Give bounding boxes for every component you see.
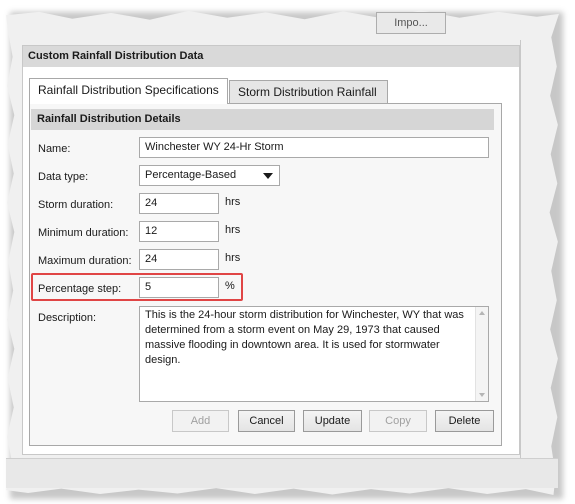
description-text: This is the 24-hour storm distribution f…: [145, 309, 464, 366]
delete-button[interactable]: Delete: [435, 410, 494, 432]
tab-storm-distribution-rainfall[interactable]: Storm Distribution Rainfall: [229, 80, 388, 104]
copy-button[interactable]: Copy: [369, 410, 427, 432]
storm-duration-label: Storm duration:: [38, 199, 114, 211]
maximum-duration-field[interactable]: 24: [139, 249, 219, 270]
group-title: Custom Rainfall Distribution Data: [23, 46, 519, 67]
panel-title: Rainfall Distribution Details: [31, 109, 494, 130]
window-bottom-strip: [6, 458, 558, 488]
cancel-button[interactable]: Cancel: [238, 410, 295, 432]
scroll-down-icon[interactable]: [479, 393, 485, 397]
percentage-step-highlight: [31, 273, 243, 301]
storm-duration-field[interactable]: 24: [139, 193, 219, 214]
scroll-up-icon[interactable]: [479, 311, 485, 315]
storm-duration-unit: hrs: [225, 196, 241, 208]
chevron-down-icon: [263, 173, 273, 179]
name-field[interactable]: Winchester WY 24-Hr Storm: [139, 137, 489, 158]
minimum-duration-label: Minimum duration:: [38, 227, 129, 239]
tab-rainfall-distribution-specifications[interactable]: Rainfall Distribution Specifications: [29, 78, 228, 104]
data-type-select[interactable]: Percentage-Based: [139, 165, 280, 186]
data-type-value: Percentage-Based: [145, 169, 237, 181]
import-button[interactable]: Impo...: [376, 12, 446, 34]
maximum-duration-label: Maximum duration:: [38, 255, 132, 267]
name-label: Name:: [38, 143, 71, 155]
minimum-duration-field[interactable]: 12: [139, 221, 219, 242]
description-label: Description:: [38, 312, 97, 324]
description-scrollbar[interactable]: [475, 307, 488, 401]
data-type-label: Data type:: [38, 171, 89, 183]
description-field[interactable]: This is the 24-hour storm distribution f…: [139, 306, 489, 402]
update-button[interactable]: Update: [303, 410, 362, 432]
maximum-duration-unit: hrs: [225, 252, 241, 264]
minimum-duration-unit: hrs: [225, 224, 241, 236]
divider: [520, 40, 521, 458]
add-button[interactable]: Add: [172, 410, 229, 432]
